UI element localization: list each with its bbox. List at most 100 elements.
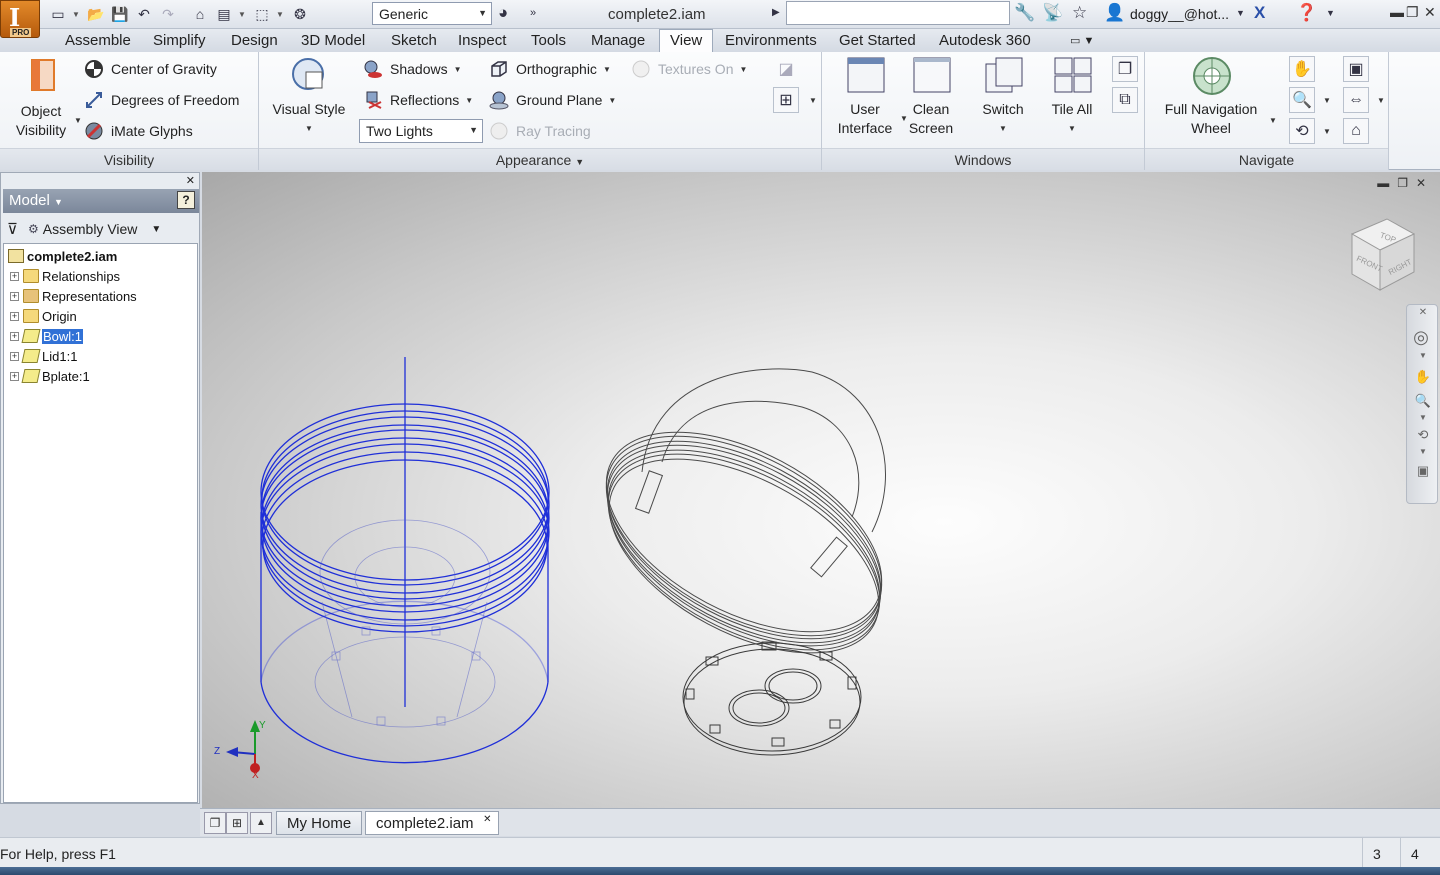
expand-icon[interactable]: + <box>10 271 19 281</box>
base-plate-part[interactable] <box>682 641 862 756</box>
reflections-dropdown-icon[interactable]: ▼ <box>465 96 473 105</box>
search-icon[interactable]: 🔧 <box>1014 3 1035 23</box>
half-section-icon[interactable]: ◪ <box>773 56 799 82</box>
tab-list-icon[interactable]: ▲ <box>250 812 272 834</box>
user-name[interactable]: doggy__@hot... <box>1130 6 1229 22</box>
close-icon[interactable]: ✕ <box>1424 4 1436 21</box>
nav-wheel-dropdown-icon[interactable]: ▼ <box>1269 116 1277 125</box>
lighting-style-combo[interactable]: Two Lights ▼ <box>359 119 483 143</box>
tab-my-home[interactable]: My Home <box>276 811 363 835</box>
look-at-icon[interactable]: ▣ <box>1343 56 1369 82</box>
ground-plane-dropdown-icon[interactable]: ▼ <box>608 96 616 105</box>
expand-icon[interactable]: + <box>10 351 19 361</box>
new-window-icon[interactable]: ⧉ <box>1112 87 1138 113</box>
zoom-all-icon[interactable]: ⇔ <box>1343 87 1369 113</box>
home-icon[interactable]: ⌂ <box>190 5 210 23</box>
orthographic-button[interactable]: Orthographic ▼ <box>489 59 611 79</box>
clean-screen-button[interactable]: Clean Screen <box>902 56 960 138</box>
section-view-icon[interactable]: ⊞ <box>773 87 799 113</box>
tree-item-relationships[interactable]: + Relationships <box>4 266 197 286</box>
exchange-apps-icon[interactable]: X <box>1254 3 1265 23</box>
tab-environments[interactable]: Environments <box>725 32 817 49</box>
project-dropdown-icon[interactable]: ▼ <box>238 5 246 23</box>
expand-icon[interactable]: + <box>10 331 19 341</box>
help-search-expand-icon[interactable]: ▶ <box>772 7 780 18</box>
switch-dropdown-icon[interactable]: ▼ <box>972 119 1034 138</box>
tile-windows-icon[interactable]: ⊞ <box>226 812 248 834</box>
pan-icon[interactable]: ✋ <box>1289 56 1315 82</box>
appearance-panel-title[interactable]: Appearance ▼ <box>259 148 821 170</box>
tab-get-started[interactable]: Get Started <box>839 32 916 49</box>
help-dropdown-icon[interactable]: ▼ <box>1326 8 1335 18</box>
tile-all-dropdown-icon[interactable]: ▼ <box>1040 119 1104 138</box>
help-search-input[interactable] <box>786 1 1010 25</box>
favorites-icon[interactable]: ☆ <box>1072 3 1087 23</box>
close-icon[interactable]: ✕ <box>483 814 491 825</box>
new-icon[interactable]: ▭ <box>48 5 68 23</box>
tree-item-bowl[interactable]: + Bowl:1 <box>4 326 197 346</box>
ground-plane-button[interactable]: Ground Plane ▼ <box>489 90 616 110</box>
shadows-dropdown-icon[interactable]: ▼ <box>454 65 462 74</box>
steering-wheel-icon[interactable]: ◎ <box>1412 327 1430 347</box>
tree-item-origin[interactable]: + Origin <box>4 306 197 326</box>
cascade-windows-icon[interactable]: ❐ <box>204 812 226 834</box>
zoom-dropdown-icon[interactable]: ▼ <box>1323 96 1331 105</box>
expand-icon[interactable]: + <box>10 371 19 381</box>
expand-icon[interactable]: + <box>10 311 19 321</box>
bowl-part[interactable] <box>260 357 550 764</box>
tree-item-representations[interactable]: + Representations <box>4 286 197 306</box>
visual-style-dropdown-icon[interactable]: ▼ <box>267 119 351 138</box>
zoom-all-dropdown-icon[interactable]: ▼ <box>1377 96 1385 105</box>
textures-dropdown-icon[interactable]: ▼ <box>739 65 747 74</box>
object-visibility-dropdown-icon[interactable]: ▼ <box>74 116 82 125</box>
tab-manage[interactable]: Manage <box>591 32 645 49</box>
look-at-icon[interactable]: ▣ <box>1414 463 1432 481</box>
zoom-icon[interactable]: 🔍 <box>1289 87 1315 113</box>
shadows-button[interactable]: Shadows ▼ <box>363 59 462 79</box>
orbit-dropdown-icon[interactable]: ▼ <box>1323 127 1331 136</box>
switch-window-button[interactable]: Switch ▼ <box>972 56 1034 138</box>
section-dropdown-icon[interactable]: ▼ <box>809 96 817 105</box>
project-icon[interactable]: ▤ <box>214 5 234 23</box>
tab-3d-model[interactable]: 3D Model <box>301 32 365 49</box>
visual-style-button[interactable]: Visual Style ▼ <box>267 56 351 138</box>
degrees-of-freedom-button[interactable]: Degrees of Freedom <box>84 90 239 110</box>
appearance-sphere-icon[interactable]: ◕ <box>498 3 508 23</box>
application-menu-button[interactable]: I PRO <box>0 0 40 38</box>
open-icon[interactable]: 📂 <box>86 5 106 23</box>
user-icon[interactable]: 👤 <box>1104 3 1125 23</box>
save-icon[interactable]: 💾 <box>110 5 130 23</box>
material-combo[interactable]: Generic ▼ <box>372 2 492 25</box>
tab-assemble[interactable]: Assemble <box>65 32 131 49</box>
chevron-down-icon[interactable]: ▼ <box>151 224 161 235</box>
textures-on-button[interactable]: Textures On ▼ <box>631 59 747 79</box>
filter-icon[interactable]: ⊽ <box>7 220 18 238</box>
close-icon[interactable]: ✕ <box>186 174 195 187</box>
tab-sketch[interactable]: Sketch <box>391 32 437 49</box>
tab-design[interactable]: Design <box>231 32 278 49</box>
minimize-icon[interactable]: ▬ <box>1390 4 1404 20</box>
chevron-down-icon[interactable]: ▼ <box>1414 351 1432 369</box>
tab-complete2[interactable]: complete2.iam ✕ <box>365 811 499 835</box>
orthographic-dropdown-icon[interactable]: ▼ <box>603 65 611 74</box>
imate-glyphs-button[interactable]: iMate Glyphs <box>84 121 193 141</box>
zoom-icon[interactable]: 🔍 <box>1414 393 1432 411</box>
ray-tracing-button[interactable]: Ray Tracing <box>489 121 591 141</box>
pan-icon[interactable]: ✋ <box>1414 369 1432 387</box>
expand-icon[interactable]: + <box>10 291 19 301</box>
tab-inspect[interactable]: Inspect <box>458 32 506 49</box>
new-dropdown-icon[interactable]: ▼ <box>72 5 80 23</box>
close-icon[interactable]: ✕ <box>1414 307 1432 325</box>
tab-view[interactable]: View <box>659 29 714 53</box>
browser-header[interactable]: Model ▼ ? <box>3 189 199 213</box>
browser-view-label[interactable]: Assembly View <box>43 221 138 237</box>
full-navigation-wheel-button[interactable]: Full Navigation Wheel <box>1153 56 1269 138</box>
select-icon[interactable]: ⬚ <box>252 5 272 23</box>
help-icon[interactable]: ❓ <box>1296 3 1317 23</box>
more-chevron-icon[interactable]: » <box>530 7 536 19</box>
tree-root[interactable]: complete2.iam <box>4 246 197 266</box>
center-of-gravity-button[interactable]: Center of Gravity <box>84 59 217 79</box>
user-dropdown-icon[interactable]: ▼ <box>1236 8 1245 18</box>
update-icon[interactable]: ❂ <box>290 5 310 23</box>
object-visibility-button[interactable]: Object Visibility <box>10 58 72 140</box>
